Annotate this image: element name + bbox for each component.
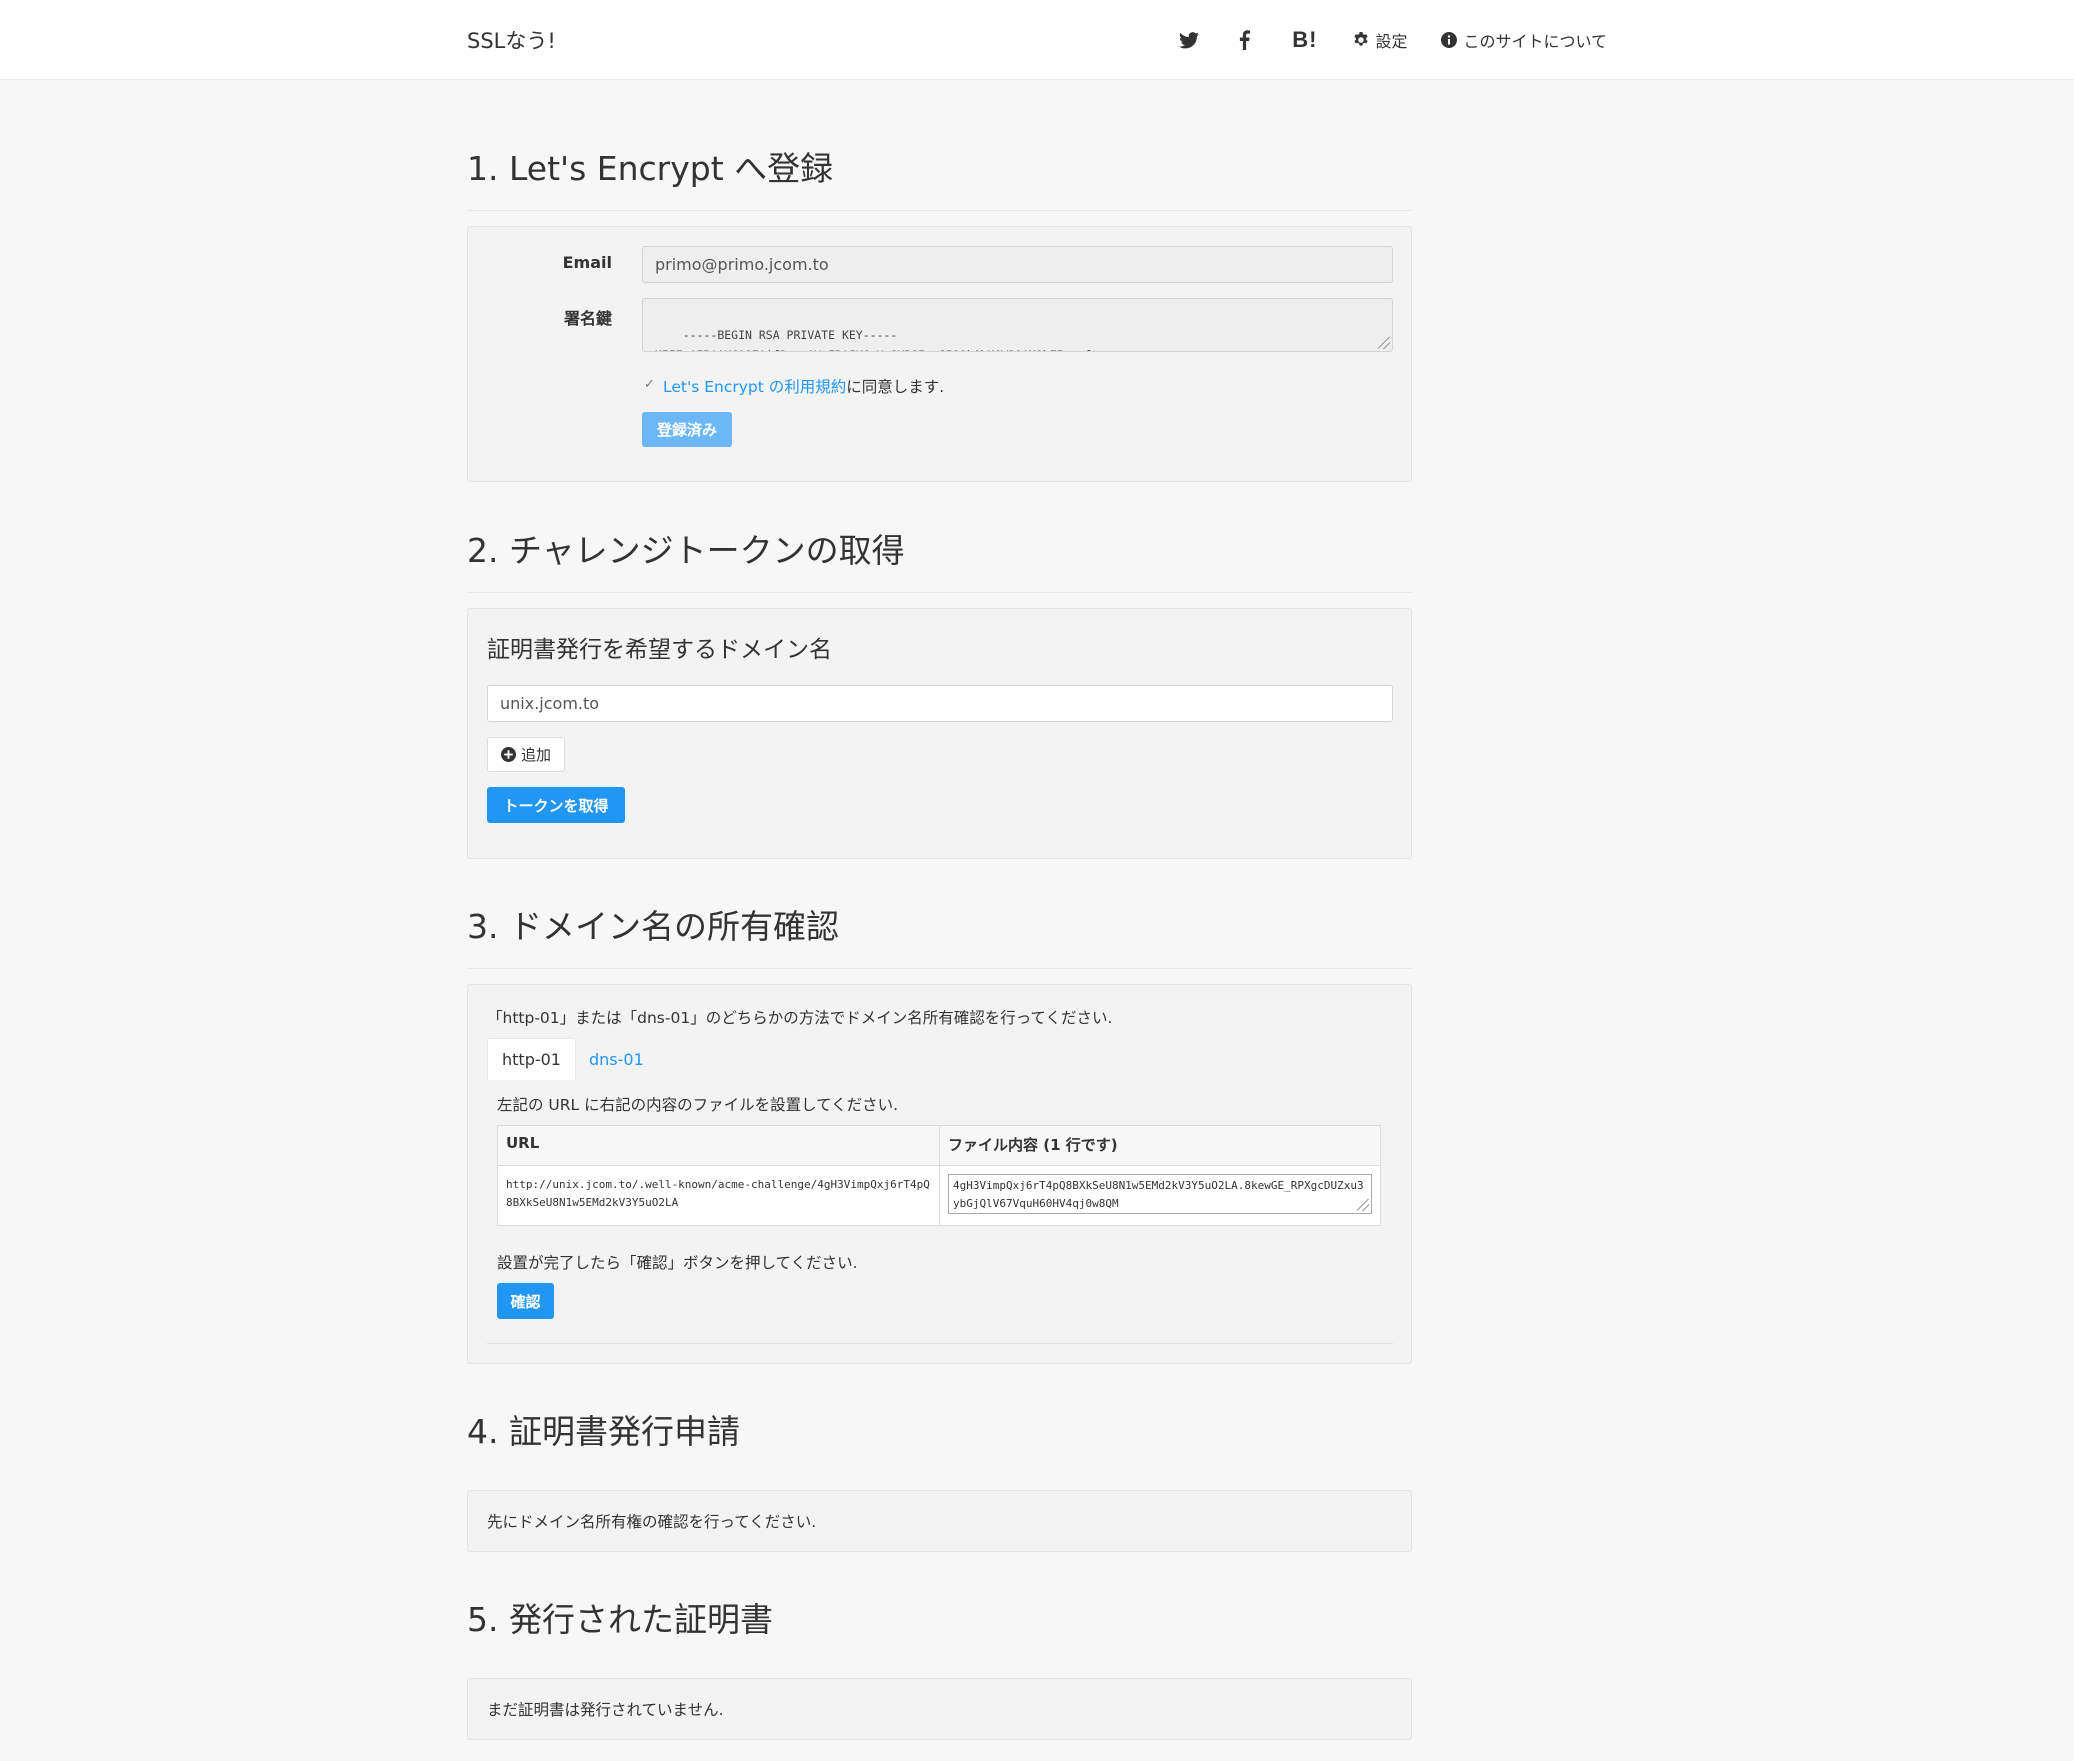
section-2-title: 2. チャレンジトークンの取得 [467,531,905,570]
about-label: このサイトについて [1463,32,1607,51]
settings-label: 設定 [1375,32,1408,51]
file-content-column-header: ファイル内容 (1 行です) [939,1125,1381,1166]
domain-subtitle: 証明書発行を希望するドメイン名 [487,637,832,663]
section-4-header: 4. 証明書発行申請 [467,1405,1412,1473]
email-value: primo@primo.jcom.to [655,255,829,274]
registered-button[interactable]: 登録済み [642,412,732,447]
agree-checkbox[interactable]: ✓ [644,377,655,392]
gear-icon [1354,32,1369,46]
file-content-cell: 4gH3VimpQxj6rT4pQ8BXkSeU8N1w5EMd2kV3Y5uO… [939,1165,1381,1226]
challenge-table: URL ファイル内容 (1 行です) http://unix.jcom.to/.… [497,1125,1381,1226]
file-content-textarea[interactable]: 4gH3VimpQxj6rT4pQ8BXkSeU8N1w5EMd2kV3Y5uO… [948,1174,1372,1214]
terms-link[interactable]: Let's Encrypt の利用規約 [663,378,846,396]
resize-handle[interactable] [1378,337,1390,349]
add-domain-label: 追加 [520,746,551,764]
email-field[interactable]: primo@primo.jcom.to [642,246,1393,283]
section-1-title: 1. Let's Encrypt へ登録 [467,149,834,188]
ownership-instructions: 「http-01」または「dns-01」のどちらかの方法でドメイン名所有確認を行… [487,1009,1113,1027]
done-instructions: 設置が完了したら「確認」ボタンを押してください. [497,1254,858,1272]
facebook-icon [1240,30,1251,50]
email-label: Email [562,253,612,272]
url-column-header: URL [497,1125,940,1166]
section-3-header: 3. ドメイン名の所有確認 [467,900,1412,969]
section-5-title: 5. 発行された証明書 [467,1600,773,1639]
nav-links: B! 設定 このサイトについて [1145,20,1607,60]
twitter-icon [1179,31,1200,48]
tab-dns-01[interactable]: dns-01 [575,1038,658,1080]
private-key-value: -----BEGIN RSA PRIVATE KEY----- MIIEpAIB… [655,328,1098,351]
agree-text: Let's Encrypt の利用規約に同意します. [663,375,944,397]
settings-link[interactable]: 設定 [1353,20,1407,60]
resize-handle[interactable] [1357,1199,1369,1211]
twitter-link[interactable] [1179,20,1200,60]
section-5-header: 5. 発行された証明書 [467,1593,1412,1661]
get-token-button[interactable]: トークンを取得 [487,787,625,823]
section-1-header: 1. Let's Encrypt へ登録 [467,142,1412,211]
key-label: 署名鍵 [563,309,612,328]
plus-circle-icon [500,747,516,762]
table-row: http://unix.jcom.to/.well-known/acme-cha… [497,1165,1381,1226]
section-4-title: 4. 証明書発行申請 [467,1412,740,1451]
agree-suffix: に同意します. [846,378,945,396]
section-2-header: 2. チャレンジトークンの取得 [467,524,1412,593]
challenge-url: http://unix.jcom.to/.well-known/acme-cha… [497,1165,940,1226]
certificate-message: まだ証明書は発行されていません. [487,1701,724,1719]
info-icon [1441,32,1458,48]
domain-value: unix.jcom.to [500,694,600,713]
confirm-button[interactable]: 確認 [497,1283,554,1319]
hatena-bookmark-link[interactable]: B! [1292,20,1317,60]
issue-message: 先にドメイン名所有権の確認を行ってください. [487,1513,817,1531]
about-link[interactable]: このサイトについて [1441,20,1607,60]
tab-http-01[interactable]: http-01 [487,1038,576,1080]
http-instructions: 左記の URL に右記の内容のファイルを設置してください. [497,1096,899,1114]
brand-link[interactable]: SSLなう! [467,25,556,55]
add-domain-button[interactable]: 追加 [487,737,565,772]
domain-input[interactable]: unix.jcom.to [487,685,1393,722]
section-3-title: 3. ドメイン名の所有確認 [467,907,839,946]
hatena-bookmark-icon: B! [1292,27,1318,52]
facebook-link[interactable] [1239,20,1251,60]
file-content-value: 4gH3VimpQxj6rT4pQ8BXkSeU8N1w5EMd2kV3Y5uO… [953,1179,1364,1210]
navbar: SSLなう! B! 設定 このサイトについて [0,0,2074,80]
private-key-textarea[interactable]: -----BEGIN RSA PRIVATE KEY----- MIIEpAIB… [642,298,1393,352]
